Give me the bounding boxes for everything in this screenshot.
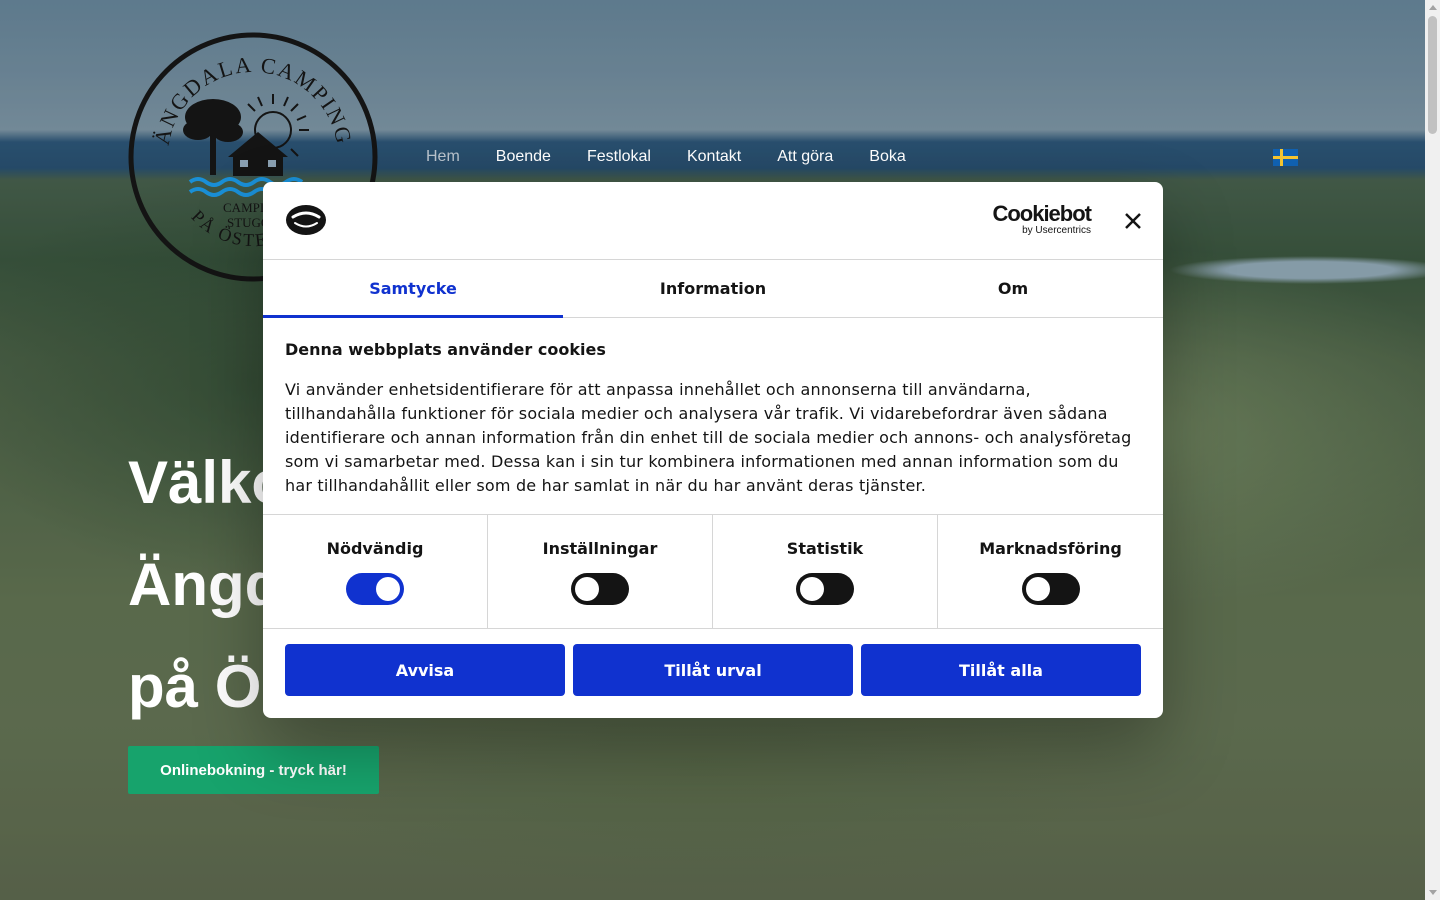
cookie-consent-dialog: Cookiebot by Usercentrics Samtycke Infor… bbox=[263, 182, 1163, 718]
svg-text:ÄNGDALA CAMPING: ÄNGDALA CAMPING bbox=[149, 52, 357, 147]
tab-om[interactable]: Om bbox=[863, 260, 1163, 317]
toggle-cell-preferences: Inställningar bbox=[488, 515, 713, 628]
online-booking-button[interactable]: Onlinebokning - tryck här! bbox=[128, 746, 379, 794]
page-scrollbar[interactable] bbox=[1425, 0, 1440, 900]
toggle-preferences[interactable] bbox=[571, 573, 629, 605]
nav-item-kontakt[interactable]: Kontakt bbox=[669, 146, 759, 168]
tab-information[interactable]: Information bbox=[563, 260, 863, 317]
toggle-cell-marketing: Marknadsföring bbox=[938, 515, 1163, 628]
toggle-cell-statistics: Statistik bbox=[713, 515, 938, 628]
scroll-down-arrow-icon[interactable] bbox=[1429, 890, 1437, 895]
toggle-marketing[interactable] bbox=[1021, 573, 1080, 605]
close-icon[interactable] bbox=[1121, 209, 1145, 233]
toggle-cell-necessary: Nödvändig bbox=[263, 515, 488, 628]
toggle-label-statistics: Statistik bbox=[786, 539, 864, 558]
toggle-knob bbox=[376, 577, 400, 601]
toggle-label-preferences: Inställningar bbox=[542, 539, 658, 558]
nav-item-festlokal[interactable]: Festlokal bbox=[569, 146, 669, 168]
toggle-statistics[interactable] bbox=[796, 573, 854, 605]
brand-name: Cookiebot bbox=[992, 201, 1092, 226]
nav-item-hem[interactable]: Hem bbox=[408, 146, 478, 168]
nav-item-boka[interactable]: Boka bbox=[851, 146, 923, 168]
cookiebot-brand[interactable]: Cookiebot by Usercentrics bbox=[985, 201, 1092, 236]
allow-selection-button[interactable]: Tillåt urval bbox=[573, 644, 853, 696]
cookiebot-logo-icon bbox=[286, 205, 326, 235]
main-nav: Hem Boende Festlokal Kontakt Att göra Bo… bbox=[408, 146, 924, 168]
flag-cross-horizontal bbox=[1273, 156, 1298, 159]
scrollbar-thumb[interactable] bbox=[1428, 16, 1437, 134]
toggle-necessary[interactable] bbox=[346, 573, 404, 605]
swedish-flag-icon[interactable] bbox=[1273, 149, 1298, 166]
nav-item-boende[interactable]: Boende bbox=[478, 146, 569, 168]
dialog-heading: Denna webbplats använder cookies bbox=[285, 340, 606, 359]
reject-button[interactable]: Avvisa bbox=[285, 644, 565, 696]
scroll-up-arrow-icon[interactable] bbox=[1429, 5, 1437, 10]
toggle-label-necessary: Nödvändig bbox=[326, 539, 424, 558]
dialog-body: Denna webbplats använder cookies Vi anvä… bbox=[285, 332, 1145, 498]
flag-cross-vertical bbox=[1280, 149, 1283, 166]
logo-text-top: ÄNGDALA CAMPING bbox=[149, 52, 355, 147]
brand-sub: by Usercentrics bbox=[1022, 225, 1091, 236]
allow-all-button[interactable]: Tillåt alla bbox=[861, 644, 1141, 696]
dialog-header: Cookiebot by Usercentrics bbox=[263, 182, 1163, 260]
toggle-knob bbox=[1025, 577, 1050, 601]
consent-toggles: Nödvändig Inställningar Statistik Markna… bbox=[263, 514, 1163, 629]
tab-samtycke[interactable]: Samtycke bbox=[263, 260, 563, 318]
dialog-tabs: Samtycke Information Om bbox=[263, 260, 1163, 318]
dialog-description: Vi använder enhetsidentifierare för att … bbox=[285, 380, 1132, 495]
toggle-knob bbox=[800, 577, 824, 601]
toggle-knob bbox=[575, 577, 599, 601]
nav-item-att-gora[interactable]: Att göra bbox=[759, 146, 851, 168]
toggle-label-marketing: Marknadsföring bbox=[979, 539, 1122, 558]
consent-buttons: Avvisa Tillåt urval Tillåt alla bbox=[285, 644, 1141, 696]
